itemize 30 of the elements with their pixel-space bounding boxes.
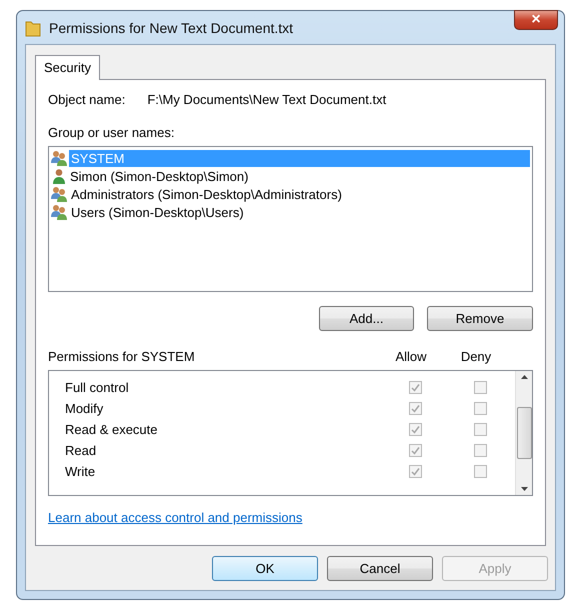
- users-icon: [51, 150, 68, 166]
- ok-button[interactable]: OK: [212, 556, 318, 581]
- close-button[interactable]: ×: [514, 10, 558, 30]
- users-icon: [51, 204, 68, 220]
- column-header: Allow: [395, 349, 427, 364]
- cancel-button[interactable]: Cancel: [327, 556, 433, 581]
- group-list-label: Group or user names:: [48, 125, 176, 140]
- list-item[interactable]: Administrators (Simon-Desktop\Administrators): [69, 186, 344, 202]
- add-button[interactable]: Add...: [319, 306, 414, 331]
- object-name-value: F:\My Documents\New Text Document.txt: [147, 92, 386, 107]
- help-link[interactable]: Learn about access control and permissions: [48, 510, 302, 525]
- permission-name: Read & execute: [65, 422, 159, 437]
- permissions-label: Permissions for SYSTEM: [48, 349, 196, 364]
- object-name-label: Object name:: [48, 92, 126, 107]
- user-icon: [51, 168, 67, 184]
- scroll-down-icon[interactable]: [520, 487, 528, 491]
- permission-name: Modify: [65, 401, 104, 416]
- folder-icon: [25, 18, 41, 36]
- tab[interactable]: Security: [35, 55, 100, 80]
- list-item[interactable]: Simon (Simon-Desktop\Simon): [68, 168, 250, 184]
- scroll-up-icon[interactable]: [520, 375, 528, 379]
- scrollbar[interactable]: [515, 371, 532, 495]
- permission-name: Write: [65, 464, 96, 479]
- window-title: Permissions for New Text Document.txt: [49, 20, 294, 36]
- list-item[interactable]: Users (Simon-Desktop\Users): [69, 204, 246, 220]
- remove-button[interactable]: Remove: [427, 306, 533, 331]
- users-icon: [51, 186, 68, 202]
- column-header: Deny: [460, 349, 492, 364]
- permission-name: Full control: [65, 380, 130, 395]
- permission-name: Read: [65, 443, 98, 458]
